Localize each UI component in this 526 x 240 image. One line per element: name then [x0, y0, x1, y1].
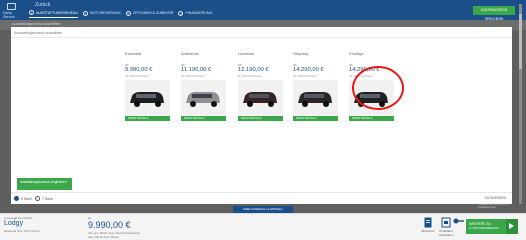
icon-label: Probefahrt vereinbaren [438, 229, 454, 237]
trim-card-essential[interactable]: Essential ab 9.990,00 € ab 120,00 € Mona… [125, 51, 175, 121]
tab-ausstattungsniveau[interactable]: 1 AUSSTATTUNGSNIVEAU [29, 10, 78, 18]
summary-bar: Ausgewähltes Modell Lodgy Essential SCe … [0, 213, 526, 240]
car-icon [186, 92, 220, 107]
trim-name: Essential [125, 51, 142, 56]
more-details-button[interactable]: MEHR DETAILS [293, 116, 338, 121]
trim-card-laureate[interactable]: Laureate ab 12.190,00 € ab 149,00 € Mona… [238, 51, 288, 121]
next-step-button[interactable]: WEITER ZU 2 / MOTORISIERUNG [466, 219, 506, 234]
backdrop-text: Ausstattungsniveau auswählen [12, 22, 61, 26]
car-icon [298, 92, 332, 107]
compare-note: Vergleichen Sie bis zu 3 Ausstattungen [478, 202, 508, 209]
car-icon [243, 92, 277, 107]
highlight-circle-annotation [352, 66, 404, 110]
divider [11, 37, 512, 38]
tab-label: OPTIONEN & ZUBEHÖR [132, 11, 174, 15]
car-image[interactable] [125, 80, 170, 115]
selected-trim: Essential SCe 100 5-Sitzer [4, 229, 40, 233]
step-number: 2 [83, 10, 88, 16]
tab-finanzierung[interactable]: 4 FINANZIERUNG [178, 10, 212, 18]
scrollbar-thumb[interactable] [519, 14, 522, 69]
key-icon [453, 218, 464, 224]
next-sub-label: 2 / MOTORISIERUNG [469, 226, 499, 230]
car-image[interactable] [238, 80, 283, 115]
seat-option-5[interactable]: 5 Sitze [14, 196, 32, 201]
brochure-icon [424, 217, 432, 228]
step-number: 3 [125, 10, 131, 16]
trim-selection-panel: Ausstattungsniveau auswählen Essential a… [11, 27, 512, 192]
car-image[interactable] [293, 80, 338, 115]
total-price: 9.990,00 € [88, 220, 131, 230]
icon-label: Broschüre [421, 229, 435, 233]
more-details-button[interactable]: MEHR DETAILS [349, 116, 394, 121]
monthly-rate: ab 120,00 € Monat [125, 74, 149, 78]
car-image[interactable] [181, 80, 226, 115]
step-number: 4 [178, 10, 184, 16]
radio-unselected-icon [35, 196, 40, 201]
trim-name: Laureate [238, 51, 254, 56]
tab-label: AUSSTATTUNGSNIVEAU [36, 10, 78, 15]
seat-label: 7 Sitze [42, 196, 53, 201]
monthly-rate: ab 169,00 € Monat [293, 74, 317, 78]
compare-trims-button[interactable]: Ausstattungsniveaus vergleichen [17, 178, 72, 190]
monthly-rate: ab 139,00 € Monat [181, 74, 205, 78]
trim-name: Ambiance [181, 51, 199, 56]
testdrive-icon [441, 217, 451, 228]
monitor-icon [7, 3, 16, 10]
tab-label: MOTORISIERUNG [90, 11, 121, 15]
save-configuration-button[interactable]: KONFIGURATION SPEICHERN [473, 6, 515, 21]
step-navigation: 1 AUSSTATTUNGSNIVEAU 2 MOTORISIERUNG 3 O… [29, 10, 212, 18]
step-number: 1 [29, 10, 34, 15]
trim-card-ambiance[interactable]: Ambiance ab 11.190,00 € ab 139,00 € Mona… [181, 51, 231, 121]
seat-selection-bar: 5 Sitze 7 Sitze SCHLIESSEN [11, 192, 512, 204]
brochure-button[interactable]: Broschüre [419, 217, 437, 233]
tab-label: FINANZIERUNG [185, 11, 213, 15]
monthly-note: oder 120,00 € pro Monat [88, 235, 119, 239]
more-details-button[interactable]: MEHR DETAILS [125, 116, 170, 121]
trim-price: 9.990,00 € [125, 67, 153, 73]
seat-label: 5 Sitze [21, 196, 32, 201]
radio-selected-icon [14, 196, 19, 201]
panel-subtitle: Ausstattungsniveau auswählen [14, 31, 63, 35]
selected-model-name: Lodgy [4, 220, 24, 227]
trim-name: Stepway [293, 51, 309, 56]
logo-label: Dacia Service [3, 11, 15, 19]
selection-tab[interactable]: IHRE AUSWAHL (1 ARTIKEL) [233, 206, 293, 213]
top-navigation-bar: Dacia Service Zurück 1 AUSSTATTUNGSNIVEA… [0, 0, 526, 21]
trim-name: Prestige [349, 51, 364, 56]
arrow-right-icon[interactable] [506, 219, 518, 234]
trim-card-stepway[interactable]: Stepway ab 14.290,00 € ab 169,00 € Monat… [293, 51, 343, 121]
trim-price: 11.190,00 € [181, 67, 212, 73]
close-button[interactable]: SCHLIESSEN [485, 196, 506, 200]
car-icon [130, 92, 164, 107]
trim-price: 14.290,00 € [293, 67, 324, 73]
monthly-rate: ab 149,00 € Monat [238, 74, 262, 78]
home-logo[interactable]: Dacia Service [3, 2, 21, 19]
tab-optionen-zubehoer[interactable]: 3 OPTIONEN & ZUBEHÖR [125, 10, 174, 18]
more-details-button[interactable]: MEHR DETAILS [238, 116, 283, 121]
seat-option-7[interactable]: 7 Sitze [35, 196, 53, 201]
more-details-button[interactable]: MEHR DETAILS [181, 116, 226, 121]
key-button[interactable] [453, 217, 465, 226]
back-link[interactable]: Zurück [35, 2, 50, 8]
trim-price: 12.190,00 € [238, 67, 269, 73]
scrollbar[interactable] [519, 4, 522, 204]
tab-motorisierung[interactable]: 2 MOTORISIERUNG [83, 10, 121, 18]
